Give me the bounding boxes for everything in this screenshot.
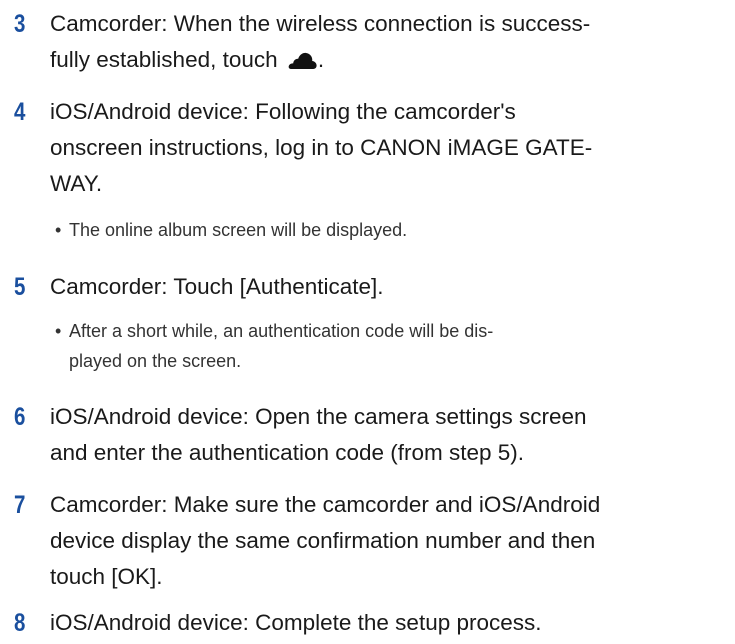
step-line: iOS/Android device: Following the camcor… [50,99,516,124]
step-line: device display the same confirmation num… [50,528,596,553]
step-line: Camcorder: When the wireless connection … [50,11,591,36]
step-text: iOS/Android device: Open the camera sett… [50,399,725,471]
step-line: Camcorder: Touch [Authenticate]. [50,274,384,299]
step-text: iOS/Android device: Following the camcor… [50,94,725,202]
step-line-part: . [317,47,325,72]
step-line: onscreen instructions, log in to CANON i… [50,135,593,160]
step-line: WAY. [50,171,103,196]
step-number: 4 [14,98,26,126]
step-line-part: fully established, touch [50,47,278,72]
step-line: iOS/Android device: Open the camera sett… [50,404,587,429]
note-text: The online album screen will be displaye… [69,220,408,240]
note-line: After a short while, an authentication c… [69,321,494,341]
step-number: 7 [14,491,26,519]
step-number: 8 [14,609,26,637]
note-line: played on the screen. [69,351,242,371]
step-text: iOS/Android device: Complete the setup p… [50,605,725,641]
step-line: fully established, touch . [50,42,725,78]
step-text: Camcorder: Touch [Authenticate]. [50,269,725,305]
step-5-note: • After a short while, an authentication… [55,316,709,376]
step-line: Camcorder: Make sure the camcorder and i… [50,492,601,517]
step-text: Camcorder: Make sure the camcorder and i… [50,487,725,595]
step-line: touch [OK]. [50,564,163,589]
step-4-note: • The online album screen will be displa… [55,215,709,245]
step-number: 3 [14,10,26,38]
step-text: Camcorder: When the wireless connection … [50,6,725,78]
bullet: • [55,321,62,341]
cloud-icon [288,45,318,69]
bullet: • [55,220,62,240]
step-line: and enter the authentication code (from … [50,440,525,465]
step-number: 6 [14,403,26,431]
step-line: iOS/Android device: Complete the setup p… [50,610,542,635]
step-number: 5 [14,273,26,301]
